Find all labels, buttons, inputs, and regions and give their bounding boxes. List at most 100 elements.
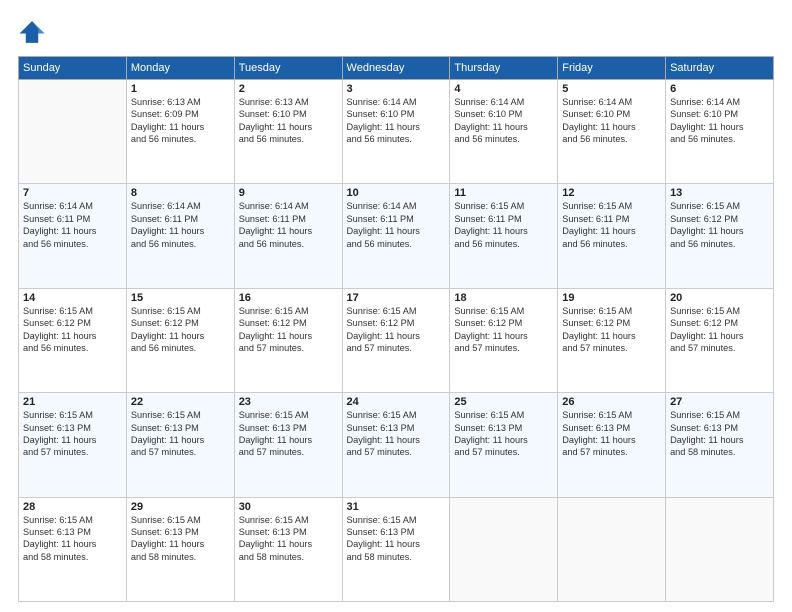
day-info: Sunrise: 6:15 AMSunset: 6:13 PMDaylight:… <box>670 409 769 459</box>
calendar-week-2: 7Sunrise: 6:14 AMSunset: 6:11 PMDaylight… <box>19 184 774 288</box>
calendar-cell: 1Sunrise: 6:13 AMSunset: 6:09 PMDaylight… <box>126 80 234 184</box>
day-number: 22 <box>131 396 230 408</box>
calendar-week-3: 14 Sunrise: 6:15 AMSunset: 6:12 PMDayligh… <box>19 288 774 392</box>
calendar-week-1: 1Sunrise: 6:13 AMSunset: 6:09 PMDaylight… <box>19 80 774 184</box>
day-number: 23 <box>239 396 338 408</box>
header <box>18 18 774 46</box>
calendar-cell: 28Sunrise: 6:15 AMSunset: 6:13 PMDayligh… <box>19 497 127 601</box>
calendar-cell: 21Sunrise: 6:15 AMSunset: 6:13 PMDayligh… <box>19 393 127 497</box>
day-number: 29 <box>131 501 230 513</box>
day-number: 19 <box>562 292 661 304</box>
day-info: Sunrise: 6:15 AMSunset: 6:11 PMDaylight:… <box>562 200 661 250</box>
day-number: 16 <box>239 292 338 304</box>
calendar-cell: 3Sunrise: 6:14 AMSunset: 6:10 PMDaylight… <box>342 80 450 184</box>
day-info: Sunrise: 6:15 AMSunset: 6:11 PMDaylight:… <box>454 200 553 250</box>
day-number: 11 <box>454 187 553 199</box>
calendar-cell <box>666 497 774 601</box>
calendar-cell: 23Sunrise: 6:15 AMSunset: 6:13 PMDayligh… <box>234 393 342 497</box>
day-info: Sunrise: 6:15 AMSunset: 6:12 PMDaylight:… <box>670 305 769 355</box>
col-header-wednesday: Wednesday <box>342 57 450 80</box>
day-info: Sunrise: 6:15 AMSunset: 6:13 PMDaylight:… <box>131 409 230 459</box>
day-info: Sunrise: 6:14 AMSunset: 6:11 PMDaylight:… <box>347 200 446 250</box>
calendar-cell: 29Sunrise: 6:15 AMSunset: 6:13 PMDayligh… <box>126 497 234 601</box>
calendar-cell: 7Sunrise: 6:14 AMSunset: 6:11 PMDaylight… <box>19 184 127 288</box>
day-number: 28 <box>23 501 122 513</box>
calendar-cell: 14Sunrise: 6:15 AMSunset: 6:12 PMDayligh… <box>19 288 127 392</box>
day-number: 7 <box>23 187 122 199</box>
calendar-table: SundayMondayTuesdayWednesdayThursdayFrid… <box>18 56 774 602</box>
logo <box>18 18 50 46</box>
day-number: 26 <box>562 396 661 408</box>
day-info: Sunrise: 6:14 AMSunset: 6:11 PMDaylight:… <box>239 200 338 250</box>
calendar-cell: 13Sunrise: 6:15 AMSunset: 6:12 PMDayligh… <box>666 184 774 288</box>
calendar-cell: 11Sunrise: 6:15 AMSunset: 6:11 PMDayligh… <box>450 184 558 288</box>
calendar-cell: 4Sunrise: 6:14 AMSunset: 6:10 PMDaylight… <box>450 80 558 184</box>
day-number: 8 <box>131 187 230 199</box>
day-info: Sunrise: 6:15 AMSunset: 6:12 PMDaylight:… <box>347 305 446 355</box>
page: SundayMondayTuesdayWednesdayThursdayFrid… <box>0 0 792 612</box>
calendar-cell: 24Sunrise: 6:15 AMSunset: 6:13 PMDayligh… <box>342 393 450 497</box>
day-info: Sunrise: 6:15 AMSunset: 6:13 PMDaylight:… <box>23 409 122 459</box>
calendar-cell: 30Sunrise: 6:15 AMSunset: 6:13 PMDayligh… <box>234 497 342 601</box>
day-info: Sunrise: 6:15 AMSunset: 6:12 PMDaylight:… <box>454 305 553 355</box>
day-info: Sunrise: 6:15 AMSunset: 6:12 PMDaylight:… <box>562 305 661 355</box>
day-info: Sunrise: 6:14 AMSunset: 6:10 PMDaylight:… <box>454 96 553 146</box>
calendar-week-5: 28Sunrise: 6:15 AMSunset: 6:13 PMDayligh… <box>19 497 774 601</box>
calendar-cell <box>450 497 558 601</box>
day-info: Sunrise: 6:15 AMSunset: 6:13 PMDaylight:… <box>23 514 122 564</box>
calendar-cell: 31Sunrise: 6:15 AMSunset: 6:13 PMDayligh… <box>342 497 450 601</box>
calendar-cell: 17Sunrise: 6:15 AMSunset: 6:12 PMDayligh… <box>342 288 450 392</box>
day-number: 5 <box>562 83 661 95</box>
day-number: 18 <box>454 292 553 304</box>
day-number: 2 <box>239 83 338 95</box>
day-info: Sunrise: 6:14 AMSunset: 6:10 PMDaylight:… <box>670 96 769 146</box>
day-info: Sunrise: 6:15 AMSunset: 6:13 PMDaylight:… <box>239 409 338 459</box>
day-info: Sunrise: 6:15 AMSunset: 6:12 PMDaylight:… <box>131 305 230 355</box>
calendar-cell: 8Sunrise: 6:14 AMSunset: 6:11 PMDaylight… <box>126 184 234 288</box>
col-header-monday: Monday <box>126 57 234 80</box>
day-number: 9 <box>239 187 338 199</box>
day-number: 1 <box>131 83 230 95</box>
col-header-tuesday: Tuesday <box>234 57 342 80</box>
day-number: 21 <box>23 396 122 408</box>
col-header-saturday: Saturday <box>666 57 774 80</box>
calendar-cell: 9Sunrise: 6:14 AMSunset: 6:11 PMDaylight… <box>234 184 342 288</box>
calendar-cell: 18Sunrise: 6:15 AMSunset: 6:12 PMDayligh… <box>450 288 558 392</box>
col-header-friday: Friday <box>558 57 666 80</box>
day-number: 14 <box>23 292 122 304</box>
day-info: Sunrise: 6:14 AMSunset: 6:10 PMDaylight:… <box>347 96 446 146</box>
col-header-thursday: Thursday <box>450 57 558 80</box>
day-info: Sunrise: 6:15 AMSunset: 6:13 PMDaylight:… <box>347 514 446 564</box>
day-number: 20 <box>670 292 769 304</box>
day-number: 27 <box>670 396 769 408</box>
calendar-cell: 27Sunrise: 6:15 AMSunset: 6:13 PMDayligh… <box>666 393 774 497</box>
calendar-cell <box>558 497 666 601</box>
day-number: 10 <box>347 187 446 199</box>
calendar-cell: 26Sunrise: 6:15 AMSunset: 6:13 PMDayligh… <box>558 393 666 497</box>
calendar-cell: 22Sunrise: 6:15 AMSunset: 6:13 PMDayligh… <box>126 393 234 497</box>
calendar-cell: 25Sunrise: 6:15 AMSunset: 6:13 PMDayligh… <box>450 393 558 497</box>
calendar-week-4: 21Sunrise: 6:15 AMSunset: 6:13 PMDayligh… <box>19 393 774 497</box>
day-info: Sunrise: 6:14 AMSunset: 6:11 PMDaylight:… <box>23 200 122 250</box>
day-number: 6 <box>670 83 769 95</box>
calendar-header-row: SundayMondayTuesdayWednesdayThursdayFrid… <box>19 57 774 80</box>
day-number: 31 <box>347 501 446 513</box>
day-info: Sunrise: 6:15 AMSunset: 6:13 PMDaylight:… <box>131 514 230 564</box>
calendar-cell: 16Sunrise: 6:15 AMSunset: 6:12 PMDayligh… <box>234 288 342 392</box>
day-info: Sunrise: 6:15 AMSunset: 6:13 PMDaylight:… <box>454 409 553 459</box>
day-info: Sunrise: 6:15 AMSunset: 6:12 PMDaylight:… <box>670 200 769 250</box>
day-number: 15 <box>131 292 230 304</box>
day-info: Sunrise: 6:13 AMSunset: 6:10 PMDaylight:… <box>239 96 338 146</box>
day-info: Sunrise: 6:14 AMSunset: 6:11 PMDaylight:… <box>131 200 230 250</box>
day-number: 3 <box>347 83 446 95</box>
calendar-cell: 15Sunrise: 6:15 AMSunset: 6:12 PMDayligh… <box>126 288 234 392</box>
calendar-cell: 2Sunrise: 6:13 AMSunset: 6:10 PMDaylight… <box>234 80 342 184</box>
day-number: 25 <box>454 396 553 408</box>
day-info: Sunrise: 6:13 AMSunset: 6:09 PMDaylight:… <box>131 96 230 146</box>
day-info: Sunrise: 6:15 AMSunset: 6:12 PMDaylight:… <box>239 305 338 355</box>
day-number: 12 <box>562 187 661 199</box>
day-info: Sunrise: 6:15 AMSunset: 6:13 PMDaylight:… <box>562 409 661 459</box>
day-info: Sunrise: 6:15 AMSunset: 6:13 PMDaylight:… <box>239 514 338 564</box>
calendar-cell: 10Sunrise: 6:14 AMSunset: 6:11 PMDayligh… <box>342 184 450 288</box>
calendar-cell: 12Sunrise: 6:15 AMSunset: 6:11 PMDayligh… <box>558 184 666 288</box>
